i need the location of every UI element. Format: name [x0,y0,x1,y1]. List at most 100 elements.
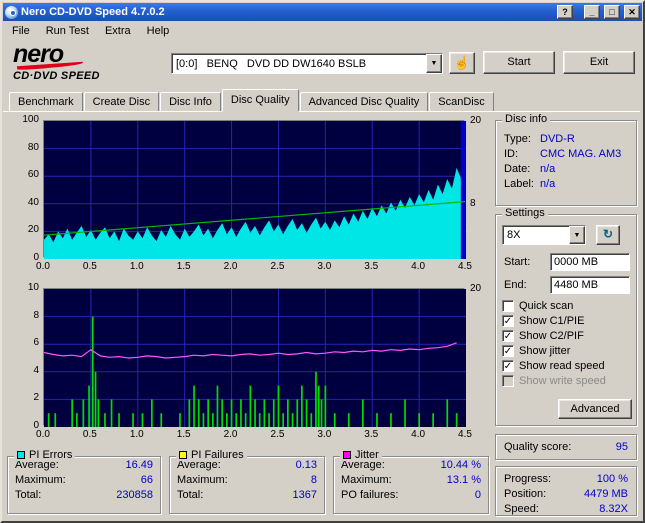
checkbox-box: ✓ [502,359,514,372]
sidebar: Disc info Type: DVD-R ID: CMC MAG. AM3 Dat… [493,112,639,520]
tab-strip: Benchmark Create Disc Disc Info Disc Qua… [3,89,642,111]
tab-advanced-disc-quality[interactable]: Advanced Disc Quality [299,92,429,111]
axis-tick-label: 2.0 [223,429,238,440]
axis-tick-label: 0 [33,420,39,431]
pi-failures-legend-swatch [179,451,187,459]
axis-tick-label: 2 [33,392,39,404]
pi-errors-panel: PI Errors Average: 16.49 Maximum: 66 Total… [7,449,161,514]
stat-row: Maximum: 8 [177,473,317,486]
refresh-icon: ↻ [602,227,614,241]
end-field-label: End: [504,279,527,291]
chart-plot [43,288,466,427]
checkbox-box: ✓ [502,329,514,342]
checkbox-box [502,374,514,387]
axis-tick-label: 20 [27,224,39,236]
axis-tick-label: 4.0 [411,261,426,272]
axis-tick-label: 2.0 [223,261,238,272]
drive-selector[interactable]: [0:0] BENQ DVD DD DW1640 BSLB ▼ [171,53,443,74]
help-button[interactable]: ? [557,5,573,19]
quality-score-group: Quality score: 95 [495,434,637,460]
stat-row: PO failures: 0 [341,488,481,501]
cddvd-speed-logo-text: CD·DVD SPEED [13,70,100,82]
stat-row: Maximum: 66 [15,473,153,486]
chevron-down-icon[interactable]: ▼ [569,226,585,244]
end-input[interactable] [550,276,630,294]
axis-tick-label: 8 [33,309,39,321]
checkbox-show-c1-pie[interactable]: ✓ Show C1/PIE [502,314,584,327]
menu-help[interactable]: Help [139,22,178,40]
quality-score-value: 95 [615,441,628,453]
axis-tick-label: 4 [33,364,39,376]
disc-id-row: ID: CMC MAG. AM3 [504,148,622,160]
disc-date-row: Date: n/a [504,163,556,175]
nero-logo: nero CD·DVD SPEED [13,40,163,83]
axis-tick-label: 0.0 [36,261,50,272]
axis-tick-label: 4.5 [458,261,472,272]
stat-row: Total: 1367 [177,488,317,501]
refresh-button[interactable]: ↻ [596,225,620,245]
axis-tick-label: 3.0 [317,261,332,272]
checkbox-box: ✓ [502,344,514,357]
checkbox-show-jitter[interactable]: ✓ Show jitter [502,344,570,357]
checkbox-show-c2-pif[interactable]: ✓ Show C2/PIF [502,329,584,342]
chevron-down-icon[interactable]: ▼ [426,54,442,73]
axis-tick-label: 60 [27,169,39,181]
jitter-panel-title: Jitter [355,449,379,461]
speed-selector-value: 8X [507,229,521,241]
axis-tick-label: 2.5 [270,261,285,272]
axis-tick-label: 0.0 [36,429,50,440]
axis-tick-label: 2.5 [270,429,285,440]
stat-row: Maximum: 13.1 % [341,473,481,486]
start-input[interactable] [550,253,630,271]
pi-failures-jitter-chart: 10 8 6 4 2 0 20 0.0 0.5 1.0 1.5 2.0 2.5 3.0 3.5 4.0 4.5 [9,282,491,444]
axis-tick-label: 1.5 [176,429,191,440]
nero-logo-text: nero [13,40,64,68]
pi-errors-legend-swatch [17,451,25,459]
axis-tick-label: 3.5 [364,429,379,440]
pi-failures-panel: PI Failures Average: 0.13 Maximum: 8 Total… [169,449,325,514]
checkbox-show-read-speed[interactable]: ✓ Show read speed [502,359,605,372]
tab-scandisc[interactable]: ScanDisc [429,92,494,111]
eject-hand-button[interactable]: ☝ [449,52,475,74]
axis-tick-label: 1.0 [129,429,144,440]
axis-tick-label: 80 [27,141,39,153]
header: nero CD·DVD SPEED [0:0] BENQ DVD DD DW16… [3,41,642,89]
stat-row: Total: 230858 [15,488,153,501]
checkbox-show-write-speed[interactable]: Show write speed [502,374,606,387]
axis-tick-label: 3.0 [317,429,332,440]
exit-button[interactable]: Exit [563,51,635,74]
axis-tick-label: 10 [27,282,39,293]
axis-tick-label: 0.5 [82,261,97,272]
app-disc-icon [5,5,18,19]
tab-disc-quality[interactable]: Disc Quality [221,89,299,111]
position-row: Position: 4479 MB [504,487,628,500]
speed-selector[interactable]: 8X ▼ [502,225,586,245]
advanced-button[interactable]: Advanced [558,399,632,419]
settings-title: Settings [502,207,548,219]
axis-tick-label: 8 [470,197,476,209]
maximize-button[interactable]: □ [604,5,620,19]
jitter-panel: Jitter Average: 10.44 % Maximum: 13.1 % PO… [333,449,489,514]
tab-benchmark[interactable]: Benchmark [9,92,83,111]
tab-create-disc[interactable]: Create Disc [83,92,160,111]
progress-row: Progress: 100 % [504,472,628,485]
axis-tick-label: 6 [33,337,39,349]
close-button[interactable]: ✕ [624,5,640,19]
pi-errors-chart: 100 80 60 40 20 0 20 8 0.0 0.5 1.0 1.5 2.0 2.5 3.0 3.5 4… [9,114,491,276]
axis-tick-label: 20 [470,283,482,294]
menu-run-test[interactable]: Run Test [38,22,97,40]
axis-tick-label: 0.5 [82,429,97,440]
app-window: Nero CD-DVD Speed 4.7.0.2 ? _ □ ✕ File R… [0,0,645,523]
start-button[interactable]: Start [483,51,555,74]
axis-tick-label: 3.5 [364,261,379,272]
menu-extra[interactable]: Extra [97,22,139,40]
tab-disc-info[interactable]: Disc Info [160,92,221,111]
minimize-button[interactable]: _ [584,5,600,19]
quality-score-label: Quality score: [504,441,572,453]
window-title: Nero CD-DVD Speed 4.7.0.2 [21,6,165,18]
axis-tick-label: 4.0 [411,429,426,440]
speed-row: Speed: 8.32X [504,502,628,515]
axis-tick-label: 1.5 [176,261,191,272]
checkbox-quick-scan[interactable]: Quick scan [502,299,573,312]
menu-file[interactable]: File [4,22,38,40]
